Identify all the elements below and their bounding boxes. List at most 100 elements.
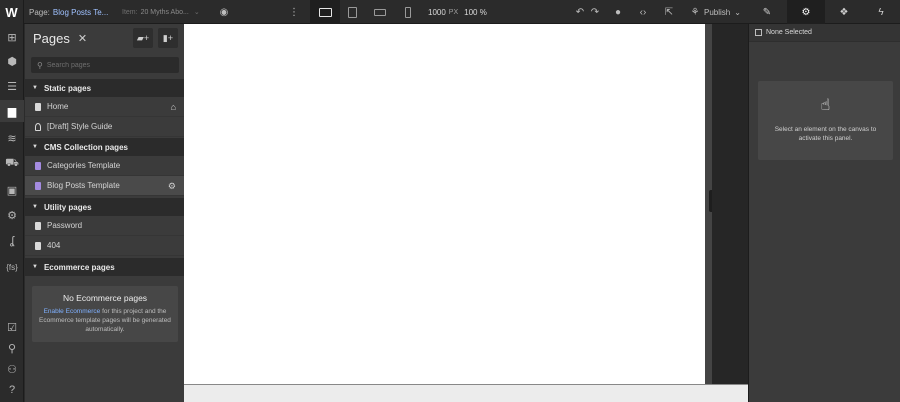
chevron-down-icon: ⌄ [734, 7, 741, 17]
assets-panel-button[interactable]: ▣ [0, 179, 24, 201]
pointer-hand-icon: ☝ [820, 97, 831, 114]
mobile-landscape-breakpoint-button[interactable] [365, 0, 395, 24]
page-row-style-guide[interactable]: [Draft] Style Guide [25, 117, 184, 137]
plus-square-icon: ⊞ [7, 31, 17, 44]
settings-panel: None Selected ☝ Select an element on the… [748, 24, 900, 402]
current-page-name: Blog Posts Te... [52, 7, 109, 17]
finsweet-panel-button[interactable]: {fs} [0, 256, 24, 278]
cms-page-icon [35, 181, 41, 190]
cms-panel-button[interactable]: ≋ [0, 127, 24, 149]
section-ecommerce-pages[interactable]: ▼ Ecommerce pages [25, 258, 184, 276]
close-icon[interactable]: ✕ [78, 32, 87, 45]
no-ecommerce-card: No Ecommerce pages Enable Ecommerce for … [32, 286, 178, 342]
ecommerce-panel-button[interactable]: ⛟ [0, 153, 24, 175]
desktop-breakpoint-button[interactable] [310, 0, 340, 24]
page-selector[interactable]: Page: Blog Posts Te... [29, 0, 108, 24]
redo-icon[interactable]: ↷ [586, 0, 604, 24]
no-ecommerce-description: Enable Ecommerce for this project and th… [32, 307, 178, 334]
gear-icon: ⚙ [7, 209, 17, 222]
code-icon[interactable]: ‹› [634, 0, 652, 24]
enable-ecommerce-link[interactable]: Enable Ecommerce [44, 308, 101, 315]
webflow-logo[interactable]: W [0, 0, 24, 24]
lightning-icon: ϟ [878, 6, 884, 18]
settings-panel-button[interactable]: ⚙ [0, 204, 24, 226]
search-icon: ⚲ [37, 60, 43, 70]
page-row-password[interactable]: Password [25, 216, 184, 236]
tablet-breakpoint-button[interactable] [337, 0, 367, 24]
page-row-label: Blog Posts Template [47, 181, 120, 190]
empty-selection-card: ☝ Select an element on the canvas to act… [758, 81, 893, 160]
caret-down-icon: ▼ [32, 204, 38, 210]
canvas-width: 1000 [428, 7, 446, 17]
pages-panel-button[interactable]: ▆ [0, 100, 24, 122]
mobile-landscape-icon [374, 8, 386, 16]
chevron-down-icon: ⌄ [193, 9, 200, 16]
page-row-blog-posts-template[interactable]: Blog Posts Template ⚙ [25, 176, 184, 196]
publish-button[interactable]: Publish ⌄ [704, 0, 741, 24]
mobile-portrait-breakpoint-button[interactable] [393, 0, 423, 24]
caret-down-icon: ▼ [32, 144, 38, 150]
tasks-panel-button[interactable]: ☑ [0, 316, 24, 338]
database-icon: ≋ [7, 132, 17, 145]
selection-label: None Selected [766, 29, 812, 36]
design-canvas[interactable] [184, 24, 705, 384]
settings-panel-tab[interactable]: ⚙ [787, 0, 825, 24]
canvas-width-unit: PX [448, 8, 459, 16]
tablet-icon [347, 6, 357, 18]
add-panel-button[interactable]: ⊞ [0, 26, 24, 48]
page-row-categories-template[interactable]: Categories Template [25, 156, 184, 176]
more-vertical-icon[interactable]: ⋮ [285, 0, 303, 24]
search-button[interactable]: ⚲ [0, 337, 24, 359]
search-pages-input[interactable] [46, 61, 167, 69]
section-label: CMS Collection pages [43, 142, 128, 152]
section-static-pages[interactable]: ▼ Static pages [25, 79, 184, 97]
interactions-tab[interactable]: ϟ [862, 0, 900, 24]
users-icon: ⚇ [7, 363, 17, 376]
pages-panel: Pages ✕ ▰+ ▮+ ⚲ ▼ Static pages Home ⌂ [D… [25, 24, 184, 402]
publish-label: Publish [704, 7, 731, 17]
collaborators-button[interactable]: ⚇ [0, 358, 24, 380]
images-icon: ▣ [6, 184, 18, 197]
brush-icon: ✎ [762, 6, 772, 18]
audience-icon[interactable]: ⚘ [686, 0, 704, 24]
flow-icon: ʆ [10, 235, 14, 247]
comments-icon[interactable]: ● [609, 0, 627, 24]
drops-icon: ❖ [839, 6, 849, 18]
layers-icon: ☰ [7, 80, 17, 93]
page-row-label: [Draft] Style Guide [47, 122, 113, 131]
page-row-home[interactable]: Home ⌂ [25, 97, 184, 117]
page-row-404[interactable]: 404 [25, 236, 184, 256]
page-row-label: Categories Template [47, 161, 121, 170]
section-utility-pages[interactable]: ▼ Utility pages [25, 198, 184, 216]
empty-selection-message: Select an element on the canvas to activ… [774, 126, 877, 142]
gear-icon: ⚙ [801, 6, 811, 18]
desktop-icon [318, 7, 332, 17]
current-item-name: 20 Myths Abo... [140, 8, 189, 16]
gear-icon[interactable]: ⚙ [168, 176, 176, 196]
selection-box-icon [755, 29, 762, 36]
help-icon: ? [8, 384, 16, 396]
home-icon: ⌂ [170, 102, 176, 112]
help-button[interactable]: ? [0, 379, 24, 401]
style-panel-tab[interactable]: ✎ [748, 0, 786, 24]
logic-panel-button[interactable]: ʆ [0, 230, 24, 252]
preview-eye-icon[interactable]: ◉ [215, 0, 233, 24]
caret-down-icon: ▼ [32, 85, 38, 91]
export-icon[interactable]: ⇱ [660, 0, 678, 24]
search-pages: ⚲ [31, 57, 179, 73]
page-icon [35, 221, 41, 230]
section-label: Utility pages [43, 202, 92, 212]
search-icon: ⚲ [7, 342, 17, 355]
item-selector[interactable]: Item: 20 Myths Abo... ⌄ [122, 0, 200, 24]
page-prefix: Page: [29, 7, 50, 17]
section-cms-collection-pages[interactable]: ▼ CMS Collection pages [25, 138, 184, 156]
selection-indicator: None Selected [749, 24, 900, 42]
add-page-button[interactable]: ▮+ [158, 28, 178, 48]
left-icon-rail: ⊞ ⬢ ☰ ▆ ≋ ⛟ ▣ ⚙ ʆ {fs} ☑ ⚲ ⚇ ? [0, 24, 24, 402]
symbols-panel-button[interactable]: ⬢ [0, 50, 24, 72]
checkbox-icon: ☑ [7, 321, 17, 334]
mobile-portrait-icon [405, 6, 411, 18]
navigator-panel-button[interactable]: ☰ [0, 75, 24, 97]
add-folder-button[interactable]: ▰+ [133, 28, 153, 48]
style-manager-tab[interactable]: ❖ [825, 0, 863, 24]
